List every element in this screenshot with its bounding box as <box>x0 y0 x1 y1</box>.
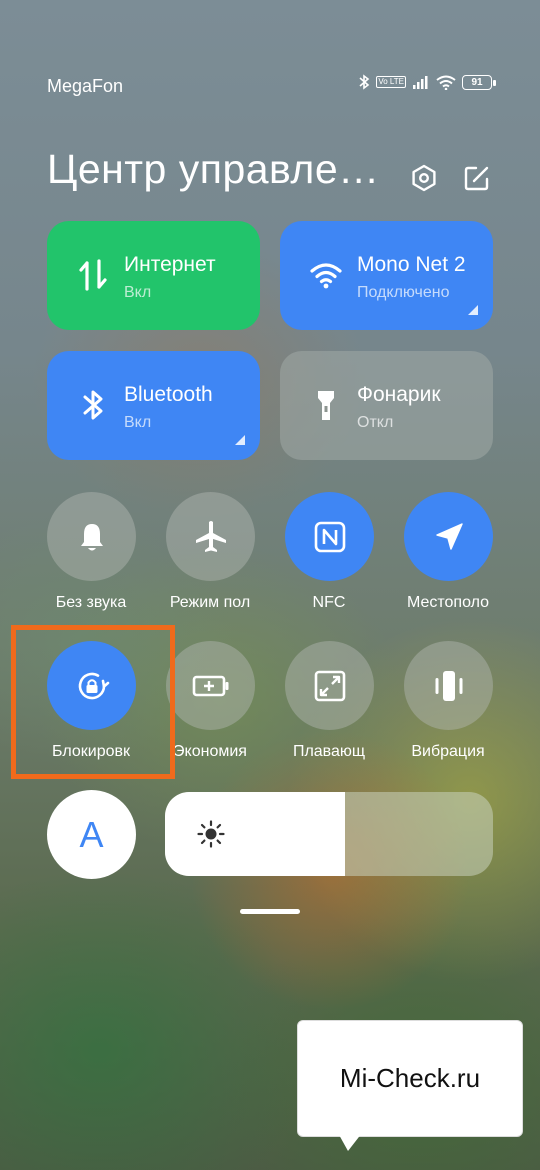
battery-icon: 91 <box>462 74 496 90</box>
battery-saver-toggle[interactable] <box>166 641 255 730</box>
battery-saver-icon <box>192 675 228 696</box>
font-size-toggle[interactable]: A <box>47 790 136 879</box>
toggle-label: Плавающ <box>292 743 366 760</box>
wifi-status-icon <box>436 75 456 90</box>
drag-handle[interactable] <box>240 909 300 914</box>
sun-icon <box>197 820 225 848</box>
location-toggle[interactable] <box>404 492 493 581</box>
tile-internet[interactable]: Интернет Вкл <box>47 221 260 330</box>
toggle-label: NFC <box>312 594 346 611</box>
tile-status: Подключено <box>357 284 450 301</box>
volte-icon: Vo LTE <box>376 76 406 88</box>
brightness-fill <box>165 792 346 876</box>
carrier-name: MegaFon <box>47 76 124 96</box>
page-title: Центр управле… <box>47 146 380 192</box>
vibration-icon <box>435 670 462 701</box>
nfc-toggle[interactable] <box>285 492 374 581</box>
expand-corner-icon[interactable] <box>468 305 478 315</box>
location-arrow-icon <box>435 522 463 550</box>
status-icons: Vo LTE 91 <box>358 74 496 90</box>
floating-window-icon <box>314 670 345 701</box>
watermark-text: Mi-Check.ru <box>339 1063 481 1093</box>
brightness-slider[interactable] <box>165 792 493 876</box>
airplane-mode-toggle[interactable] <box>166 492 255 581</box>
silent-toggle[interactable] <box>47 492 136 581</box>
flashlight-icon <box>318 391 334 420</box>
watermark-bubble-tail <box>338 1133 362 1151</box>
toggle-label: Местополо <box>406 594 490 611</box>
expand-corner-icon[interactable] <box>235 435 245 445</box>
bluetooth-icon <box>83 390 103 420</box>
vibration-toggle[interactable] <box>404 641 493 730</box>
edit-icon[interactable] <box>462 163 492 193</box>
tile-bluetooth[interactable]: Bluetooth Вкл <box>47 351 260 460</box>
nfc-icon <box>314 521 345 552</box>
tile-wifi[interactable]: Mono Net 2 Подключено <box>280 221 493 330</box>
toggle-label: Без звука <box>55 594 127 611</box>
tile-label: Фонарик <box>357 383 441 406</box>
font-letter: A <box>79 813 104 855</box>
airplane-icon <box>195 520 226 552</box>
data-transfer-icon <box>79 259 107 291</box>
tile-label: Интернет <box>124 253 216 276</box>
bell-icon <box>80 523 103 550</box>
signal-icon <box>413 76 428 89</box>
tile-status: Вкл <box>124 414 152 431</box>
tile-status: Откл <box>357 414 394 431</box>
tile-label: Bluetooth <box>124 383 213 406</box>
bluetooth-status-icon <box>359 74 370 90</box>
tile-label: Mono Net 2 <box>357 253 466 276</box>
settings-hexagon-icon[interactable] <box>409 163 439 193</box>
highlight-frame <box>11 625 175 779</box>
wifi-icon <box>310 263 342 289</box>
toggle-label: Режим пол <box>169 594 251 611</box>
tile-status: Вкл <box>124 284 152 301</box>
tile-flashlight[interactable]: Фонарик Откл <box>280 351 493 460</box>
toggle-label: Вибрация <box>411 743 485 760</box>
floating-window-toggle[interactable] <box>285 641 374 730</box>
status-bar: MegaFon Vo LTE 91 <box>0 72 540 102</box>
watermark-bubble: Mi-Check.ru <box>297 1020 523 1137</box>
